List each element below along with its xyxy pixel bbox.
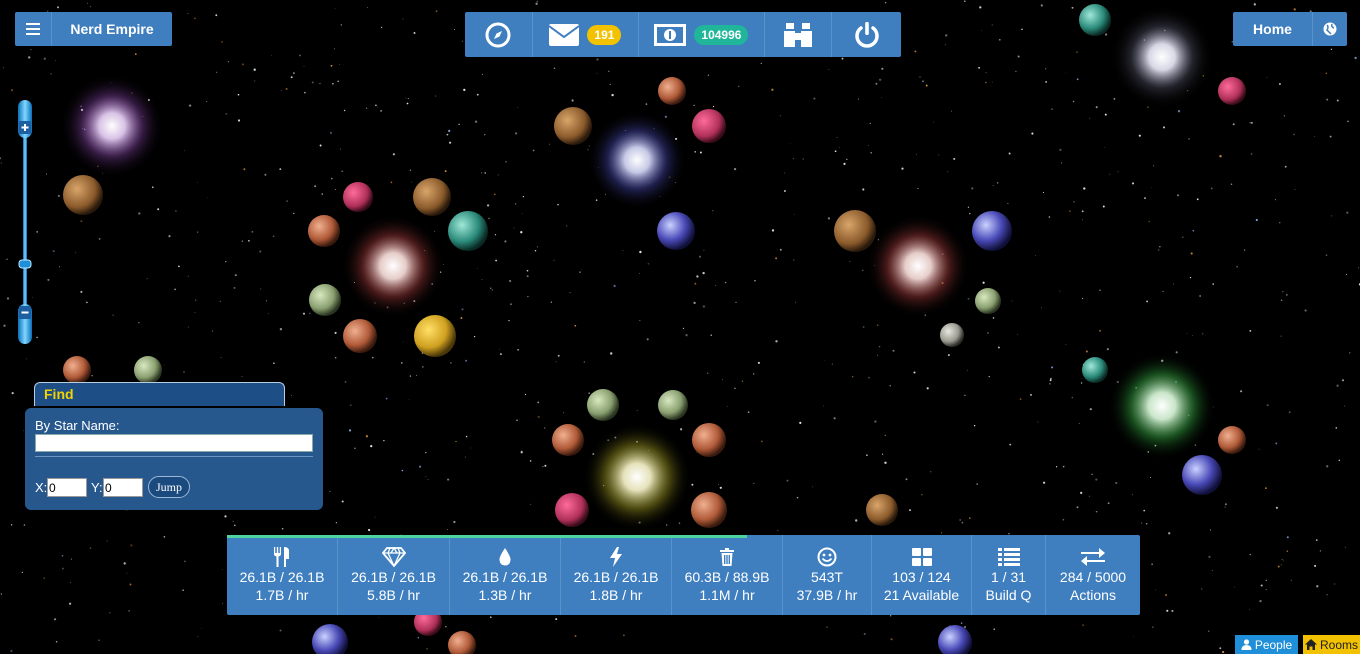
hamburger-menu-icon[interactable]	[15, 12, 52, 46]
resource-rate: 37.9B / hr	[796, 587, 858, 603]
resource-amount: 26.1B / 26.1B	[351, 569, 436, 585]
top-toolbar: 191 104996	[465, 12, 901, 57]
find-panel: By Star Name: X: Y: Jump	[25, 408, 323, 510]
trash-icon	[720, 546, 734, 568]
messages-count-badge: 191	[587, 24, 622, 45]
zoom-handle[interactable]	[18, 259, 32, 269]
zoom-out-icon[interactable]	[19, 306, 31, 319]
empire-name[interactable]: Nerd Empire	[52, 21, 172, 37]
resource-bar: 26.1B / 26.1B 1.7B / hr 26.1B / 26.1B 5.8B …	[227, 535, 1140, 615]
find-title: Find	[44, 386, 74, 402]
resource-progress-bar	[227, 535, 748, 538]
grid-icon	[911, 546, 932, 568]
list-icon	[997, 546, 1020, 568]
home-bar: Home	[1233, 12, 1347, 46]
x-label: X:	[35, 480, 48, 495]
water-icon	[499, 546, 511, 568]
smile-icon	[817, 546, 837, 568]
transfer-icon	[1081, 546, 1105, 568]
resource-rate: Build Q	[985, 587, 1032, 603]
zoom-slider[interactable]	[16, 98, 34, 346]
resource-smile-cell[interactable]: 543T 37.9B / hr	[783, 535, 872, 615]
resource-list-cell[interactable]: 1 / 31 Build Q	[972, 535, 1046, 615]
logout-button[interactable]	[832, 12, 901, 57]
power-icon	[854, 21, 879, 48]
resource-rate: 1.8B / hr	[589, 587, 643, 603]
resource-water-cell[interactable]: 26.1B / 26.1B 1.3B / hr	[450, 535, 561, 615]
compass-icon	[485, 22, 511, 47]
resource-grid-cell[interactable]: 103 / 124 21 Available	[872, 535, 972, 615]
y-label: Y:	[91, 480, 103, 495]
home-button[interactable]: Home	[1233, 21, 1312, 37]
resource-rate: 1.1M / hr	[699, 587, 755, 603]
people-button[interactable]: People	[1235, 635, 1298, 654]
food-icon	[273, 546, 291, 568]
resource-transfer-cell[interactable]: 284 / 5000 Actions	[1046, 535, 1140, 615]
resource-diamond-cell[interactable]: 26.1B / 26.1B 5.8B / hr	[338, 535, 450, 615]
binoculars-icon	[783, 22, 812, 47]
scan-button[interactable]	[765, 12, 833, 57]
jump-button[interactable]: Jump	[148, 476, 190, 498]
house-icon	[1304, 639, 1317, 650]
resource-trash-cell[interactable]: 60.3B / 88.9B 1.1M / hr	[672, 535, 783, 615]
x-coordinate-input[interactable]	[47, 478, 87, 497]
energy-icon	[610, 546, 622, 568]
resource-amount: 26.1B / 26.1B	[462, 569, 548, 585]
compass-button[interactable]	[465, 12, 533, 57]
credits-button[interactable]: 104996	[639, 12, 765, 57]
person-icon	[1241, 639, 1252, 650]
resource-amount: 60.3B / 88.9B	[684, 569, 770, 585]
resource-food-cell[interactable]: 26.1B / 26.1B 1.7B / hr	[227, 535, 338, 615]
y-coordinate-input[interactable]	[103, 478, 143, 497]
envelope-icon	[549, 23, 580, 46]
zoom-in-icon[interactable]	[19, 121, 31, 134]
rooms-label: Rooms	[1319, 637, 1358, 652]
star-name-input[interactable]	[35, 434, 313, 452]
diamond-icon	[381, 546, 406, 568]
find-panel-header[interactable]: Find	[34, 382, 285, 406]
resource-rate: 1.3B / hr	[478, 587, 532, 603]
find-divider	[35, 456, 313, 457]
resource-rate: Actions	[1070, 587, 1116, 603]
resource-amount: 543T	[811, 569, 843, 585]
resource-amount: 26.1B / 26.1B	[573, 569, 659, 585]
resource-rate: 5.8B / hr	[367, 587, 420, 603]
star-name-label: By Star Name:	[35, 418, 120, 433]
resource-amount: 1 / 31	[990, 569, 1027, 585]
globe-icon[interactable]	[1312, 12, 1347, 46]
people-label: People	[1254, 637, 1293, 652]
resource-rate: 1.7B / hr	[255, 587, 309, 603]
resource-amount: 26.1B / 26.1B	[239, 569, 325, 585]
empire-menu-bar: Nerd Empire	[15, 12, 172, 46]
credits-badge: 104996	[694, 24, 749, 45]
resource-energy-cell[interactable]: 26.1B / 26.1B 1.8B / hr	[561, 535, 672, 615]
resource-amount: 284 / 5000	[1059, 569, 1127, 585]
rooms-button[interactable]: Rooms	[1303, 635, 1360, 654]
money-icon	[654, 23, 687, 46]
resource-amount: 103 / 124	[892, 569, 951, 585]
resource-rate: 21 Available	[883, 587, 960, 603]
messages-button[interactable]: 191	[533, 12, 640, 57]
